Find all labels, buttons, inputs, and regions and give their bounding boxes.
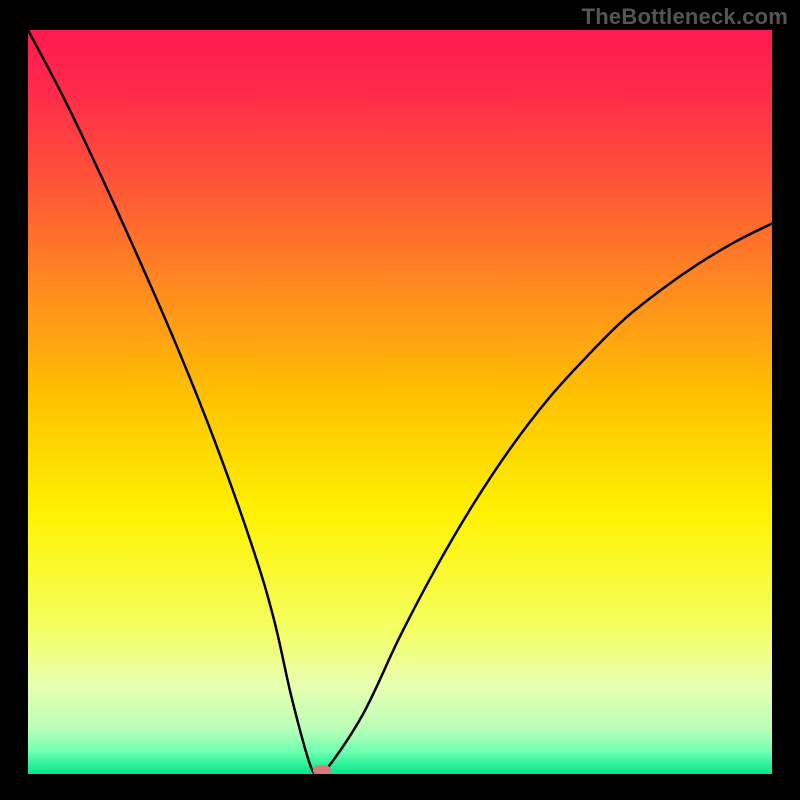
watermark-text: TheBottleneck.com	[582, 4, 788, 30]
plot-area	[28, 30, 772, 774]
optimal-marker	[313, 765, 331, 774]
chart-frame: TheBottleneck.com	[0, 0, 800, 800]
gradient-background	[28, 30, 772, 774]
chart-svg	[28, 30, 772, 774]
